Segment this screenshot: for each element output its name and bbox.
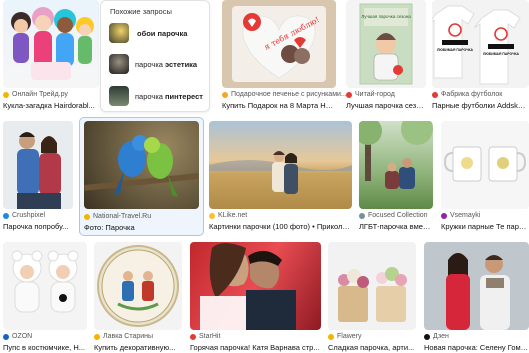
baby-dolls-illustration [11,250,79,313]
source-favicon [346,91,352,98]
image-title[interactable]: Пупс в костюмчике, Н... [3,343,87,352]
thumbnail-dolls[interactable] [3,0,99,88]
similar-query-item[interactable]: парочка эстетика [109,53,197,75]
image-card[interactable]: Лучшая парочка сезона Читай-город Лучшая… [346,0,426,112]
source-favicon [432,91,438,98]
thumbnail-gift-box[interactable]: я тебя люблю! [222,0,336,88]
couple-hug-photo [3,121,73,209]
image-source[interactable]: Crushpixel [3,212,45,219]
source-favicon [441,212,447,219]
image-card[interactable]: Онлайн Трейд.ру Кукла-загадка Hairdorabl… [3,0,99,112]
image-source[interactable]: Focused Collection [359,212,428,219]
image-title[interactable]: Купить декоративную... [94,343,182,352]
image-card[interactable]: Crushpixel Парочка попробу... [3,121,73,233]
sunset-couple-photo [209,151,352,194]
thumbnail-tshirts[interactable]: ЛЮБИМАЯ ПАРОЧКА ЛЮБИМАЯ ПАРОЧКА [432,0,529,88]
similar-queries-header: Похожие запросы [110,7,172,16]
image-card[interactable]: Дзен Новая парочка: Селену Гомес... [424,242,529,353]
source-favicon [359,212,365,219]
image-source[interactable]: Vsemayki [441,212,480,219]
image-title[interactable]: Лучшая парочка сезо... [346,101,426,110]
image-card[interactable]: Лавка Старины Купить декоративную... [94,242,182,353]
image-title[interactable]: Парные футболки Addskar... [432,101,529,110]
thumbnail-sunset-couple[interactable] [209,121,352,209]
image-title[interactable]: Кружки парные Те парочк... [441,222,529,231]
query-text: обои парочка [137,28,188,38]
query-thumbnail [109,54,129,74]
source-favicon [94,333,100,340]
image-source[interactable]: Читай-город [346,91,395,98]
book-illustration: Лучшая парочка сезона [359,3,413,85]
image-title[interactable]: ЛГБТ-парочка вместе... [359,222,433,231]
query-text: парочка пинтерест [135,91,203,101]
image-title[interactable]: Горячая парочка! Катя Варнава стр... [190,343,321,352]
similar-queries-panel: Похожие запросы обои парочка парочка эсте… [100,0,210,112]
source-favicon [209,212,215,219]
thumbnail-couple-hug[interactable] [3,121,73,209]
tshirt-text: ЛЮБИМАЯ ПАРОЧКА [437,48,474,52]
flowers-illustration [338,267,407,322]
dolls-illustration [11,7,94,80]
image-title[interactable]: Фото: Парочка [84,223,199,232]
source-favicon [84,213,90,220]
thumbnail-plate[interactable] [94,242,182,330]
image-source[interactable]: Лавка Старины [94,333,153,340]
gift-box-illustration: я тебя люблю! [232,6,326,82]
tshirt-text: ЛЮБИМАЯ ПАРОЧКА [483,52,520,56]
source-favicon [424,333,430,340]
image-card[interactable]: ЛЮБИМАЯ ПАРОЧКА ЛЮБИМАЯ ПАРОЧКА Фабрика … [432,0,529,112]
image-source[interactable]: Дзен [424,333,449,340]
image-title[interactable]: Парочка попробу... [3,222,73,231]
plate-illustration [97,245,179,327]
mugs-illustration [443,146,527,182]
thumbnail-book[interactable]: Лучшая парочка сезона [346,0,426,88]
query-text: парочка эстетика [135,59,198,69]
image-card[interactable]: StarHit Горячая парочка! Катя Варнава ст… [190,242,321,353]
image-card[interactable]: OZON Пупс в костюмчике, Н... [3,242,87,353]
image-title[interactable]: Новая парочка: Селену Гомес... [424,343,529,352]
image-title[interactable]: Сладкая парочка, арти... [328,343,416,352]
thumbnail-park-couple[interactable] [359,121,433,209]
query-thumbnail [109,23,129,43]
image-source[interactable]: Фабрика футболок [432,91,502,98]
tshirts-illustration: ЛЮБИМАЯ ПАРОЧКА ЛЮБИМАЯ ПАРОЧКА [432,5,521,85]
image-source[interactable]: Онлайн Трейд.ру [3,91,68,98]
image-title[interactable]: Купить Подарок на 8 Марта Нев... [222,101,336,110]
celebrity-couple-photo [446,253,510,330]
thumbnail-kiss[interactable] [190,242,321,330]
thumbnail-mugs[interactable] [441,121,529,209]
similar-query-item[interactable]: обои парочка [109,22,187,44]
thumbnail-baby-dolls[interactable] [3,242,87,330]
image-card[interactable]: Focused Collection ЛГБТ-парочка вместе..… [359,121,433,233]
source-favicon [3,91,9,98]
source-favicon [3,212,9,219]
image-card[interactable]: Vsemayki Кружки парные Те парочк... [441,121,529,233]
image-source[interactable]: OZON [3,333,32,340]
kiss-photo [200,243,296,330]
source-favicon [222,91,228,98]
image-source[interactable]: Flawery [328,333,362,340]
image-card[interactable]: KLike.net Картинки парочки (100 фото) • … [209,121,352,233]
image-source[interactable]: Подарочное печенье с рисунками... [222,91,347,98]
similar-query-item[interactable]: парочка пинтерест [109,85,203,107]
thumbnail-parrots[interactable] [84,121,199,209]
source-favicon [190,333,196,340]
image-source[interactable]: National-Travel.Ru [84,213,151,220]
image-card-selected[interactable]: National-Travel.Ru Фото: Парочка [79,117,204,236]
parrots-photo [84,135,199,197]
query-thumbnail [109,86,129,106]
thumbnail-celebrity-couple[interactable] [424,242,529,330]
image-source[interactable]: StarHit [190,333,220,340]
source-favicon [328,333,334,340]
image-card[interactable]: я тебя люблю! Подарочное печенье с рисун… [222,0,347,112]
image-title[interactable]: Кукла-загадка Hairdorabl... [3,101,99,110]
image-title[interactable]: Картинки парочки (100 фото) • Приколь... [209,222,352,231]
image-source[interactable]: KLike.net [209,212,247,219]
image-card[interactable]: Flawery Сладкая парочка, арти... [328,242,416,353]
park-couple-photo [359,121,433,189]
thumbnail-flowers[interactable] [328,242,416,330]
source-favicon [3,333,9,340]
book-title-text: Лучшая парочка сезона [361,14,411,19]
